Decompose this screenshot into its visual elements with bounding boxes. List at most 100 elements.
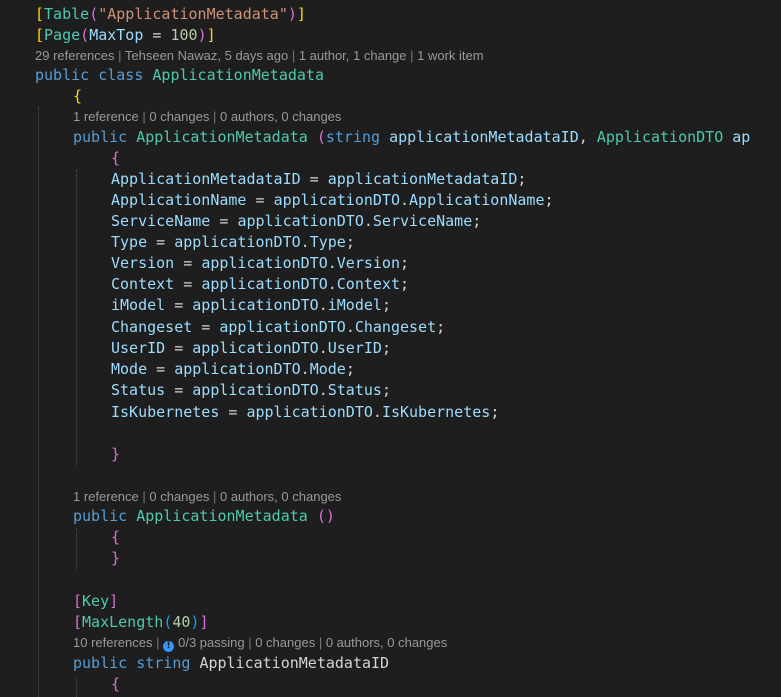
parameter-ref: applicationDTO [174,233,301,251]
code-line-assignment[interactable]: iModel = applicationDTO.iModel; [0,295,781,316]
semicolon: ; [400,275,410,293]
code-line-assignment[interactable]: Status = applicationDTO.Status; [0,380,781,401]
semicolon: ; [544,191,554,209]
operator: = [219,403,247,421]
code-line-key-attribute[interactable]: [Key] [0,591,781,612]
member-access: Status [327,381,382,399]
member-access: Mode [309,360,346,378]
code-line-assignment[interactable]: Type = applicationDTO.Type; [0,232,781,253]
code-line-brace[interactable]: { [0,86,781,107]
keyword: public [35,66,90,84]
code-line-assignment[interactable]: Mode = applicationDTO.Mode; [0,359,781,380]
number-literal: 40 [172,613,191,631]
operator: = [210,212,238,230]
codelens-authors[interactable]: 0 authors, 0 changes [220,109,341,124]
code-line-brace[interactable]: { [0,148,781,169]
code-line-maxlength-attribute[interactable]: [MaxLength(40)] [0,612,781,633]
code-line-table-attribute[interactable]: [Table("ApplicationMetadata")] [0,4,781,25]
codelens-separator: | [138,109,150,124]
code-line-assignment[interactable]: IsKubernetes = applicationDTO.IsKubernet… [0,402,781,423]
operator: = [192,318,220,336]
parameter-ref: applicationDTO [192,381,319,399]
code-line-brace[interactable]: } [0,548,781,569]
code-line-assignment[interactable]: ApplicationName = applicationDTO.Applica… [0,190,781,211]
code-line-brace[interactable]: } [0,444,781,465]
codelens-work-items[interactable]: 1 work item [417,48,483,63]
property-name: Version [111,254,175,272]
member-access: ServiceName [372,212,473,230]
property-name: ApplicationName [111,191,247,209]
dot: . [300,360,310,378]
operator: = [165,339,193,357]
property-name: Mode [111,360,148,378]
code-line-assignment[interactable]: Changeset = applicationDTO.Changeset; [0,317,781,338]
info-icon[interactable]: ! [163,641,175,652]
operator: = [143,26,171,44]
code-editor[interactable]: [Table("ApplicationMetadata")] [Page(Max… [0,0,781,697]
codelens-authors[interactable]: 0 authors, 0 changes [220,489,341,504]
property-name: UserID [111,339,166,357]
paren: ( [89,5,99,23]
member-access: Type [309,233,346,251]
code-line-constructor-declaration[interactable]: public ApplicationMetadata () [0,506,781,527]
operator: = [174,275,202,293]
code-line-constructor-declaration[interactable]: public ApplicationMetadata (string appli… [0,127,781,148]
bracket: [ [35,5,45,23]
parameter-ref: applicationDTO [201,275,328,293]
codelens-author[interactable]: Tehseen Nawaz, 5 days ago [125,48,288,63]
dot: . [318,339,328,357]
constructor-name: ApplicationMetadata [136,507,308,525]
codelens-separator: | [138,489,150,504]
code-line-assignment[interactable]: ServiceName = applicationDTO.ServiceName… [0,211,781,232]
param-type: string [325,128,381,146]
codelens-changes[interactable]: 0 changes [255,635,315,650]
codelens-references[interactable]: 10 references [73,635,153,650]
codelens-authors[interactable]: 1 author, 1 change [299,48,407,63]
codelens-class: 29 references | Tehseen Nawaz, 5 days ag… [0,46,781,66]
bracket: [ [35,26,45,44]
dot: . [363,212,373,230]
dot: . [372,403,382,421]
code-line-assignment[interactable]: Context = applicationDTO.Context; [0,274,781,295]
parameter-ref: applicationDTO [237,212,364,230]
semicolon: ; [345,233,355,251]
brace: { [111,149,121,167]
codelens-separator: | [244,635,256,650]
dot: . [327,275,337,293]
code-line-assignment[interactable]: ApplicationMetadataID = applicationMetad… [0,169,781,190]
member-access: Context [336,275,400,293]
operator: = [147,360,175,378]
semicolon: ; [381,339,391,357]
code-line-brace[interactable]: { [0,527,781,548]
codelens-changes[interactable]: 0 changes [149,489,209,504]
dot: . [318,381,328,399]
operator: = [300,170,328,188]
codelens-references[interactable]: 1 reference [73,489,139,504]
code-line-brace[interactable]: { [0,674,781,695]
semicolon: ; [400,254,410,272]
code-line-page-attribute[interactable]: [Page(MaxTop = 100)] [0,25,781,46]
brace: } [111,445,121,463]
keyword: public [73,654,128,672]
comma: , [578,128,597,146]
bracket: ] [206,26,216,44]
codelens-authors[interactable]: 0 authors, 0 changes [326,635,447,650]
code-line-property-declaration[interactable]: public string ApplicationMetadataID [0,653,781,674]
dot: . [400,191,410,209]
parameter-ref: applicationDTO [246,403,373,421]
codelens-separator: | [209,109,220,124]
codelens-changes[interactable]: 0 changes [149,109,209,124]
codelens-tests[interactable]: 0/3 passing [178,635,245,650]
codelens-constructor: 1 reference | 0 changes | 0 authors, 0 c… [0,107,781,127]
parameter-ref: applicationDTO [201,254,328,272]
codelens-separator: | [406,48,418,63]
codelens-references[interactable]: 1 reference [73,109,139,124]
string-literal: "ApplicationMetadata" [98,5,288,23]
code-line-class-declaration[interactable]: public class ApplicationMetadata [0,65,781,86]
codelens-references[interactable]: 29 references [35,48,115,63]
code-line-assignment[interactable]: UserID = applicationDTO.UserID; [0,338,781,359]
code-line-assignment[interactable]: Version = applicationDTO.Version; [0,253,781,274]
